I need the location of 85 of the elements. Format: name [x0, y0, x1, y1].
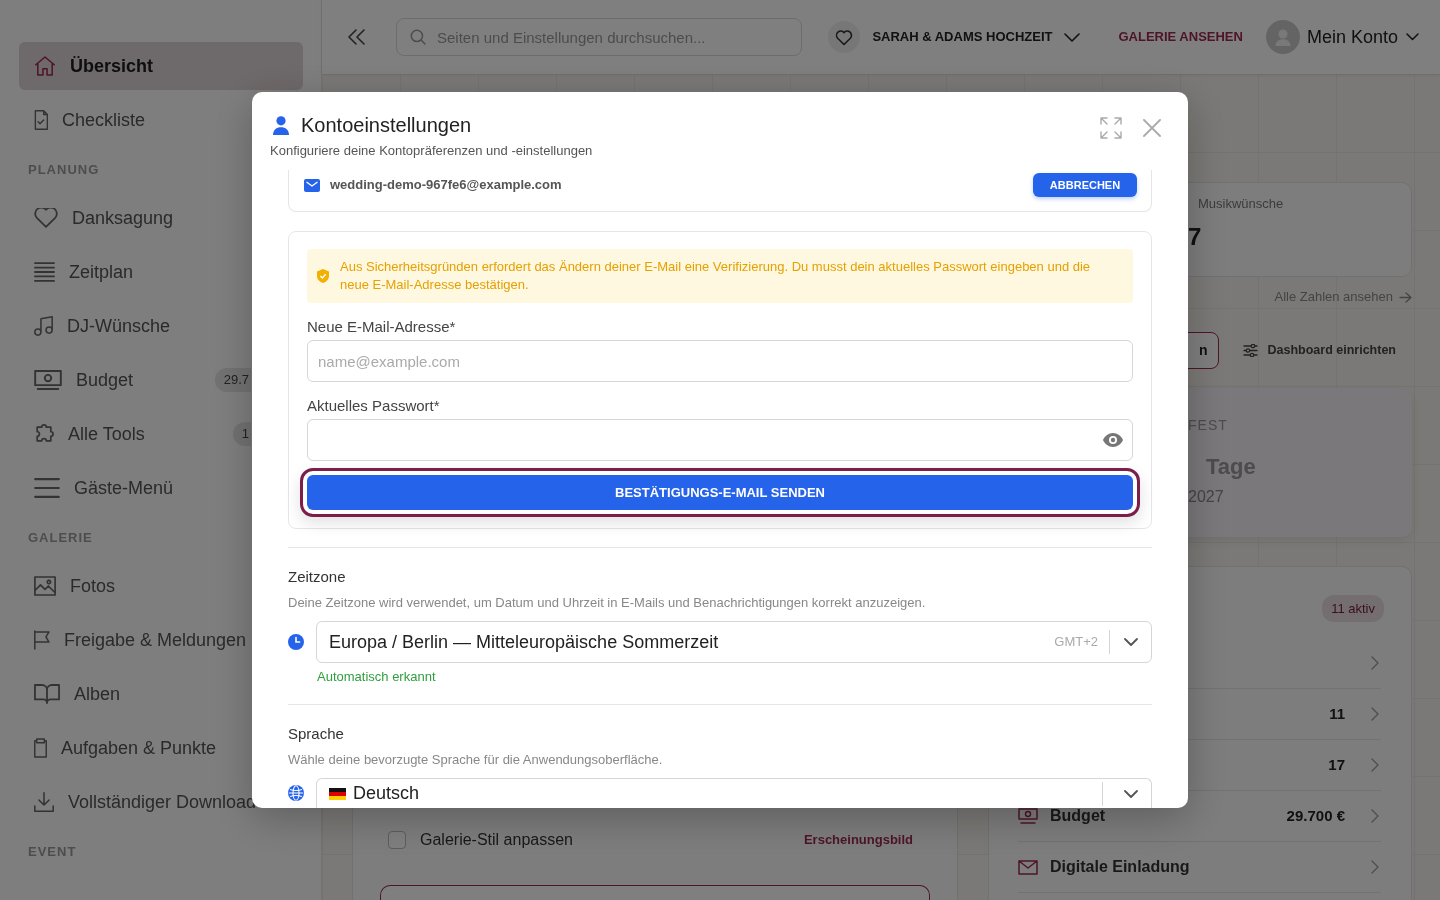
- tool-value: 11: [1329, 703, 1345, 724]
- globe-icon: [288, 785, 304, 801]
- sidebar-item[interactable]: Übersicht: [19, 42, 303, 90]
- envelope-icon: [304, 178, 320, 192]
- flag-icon: [34, 630, 50, 650]
- envelope-icon: [1018, 859, 1038, 875]
- email-address: wedding-demo-967fe6@example.com: [330, 176, 562, 195]
- chevron-right-icon[interactable]: [1371, 809, 1379, 823]
- detected-hint: Automatisch erkannt: [317, 668, 437, 686]
- field-label: Neue E-Mail-Adresse*: [307, 318, 457, 336]
- stat-label: Musikwünsche: [1198, 195, 1285, 213]
- tool-label: Digitale Einladung: [1050, 857, 1190, 877]
- send-confirmation-button[interactable]: BESTÄTIGUNGS-E-MAIL SENDEN: [300, 468, 1140, 517]
- chevron-right-icon[interactable]: [1371, 707, 1379, 721]
- category-tag: Erscheinungsbild: [803, 830, 913, 850]
- music-note-icon: [34, 316, 53, 336]
- chevron-down-icon: [1064, 32, 1081, 42]
- document-check-icon: [34, 110, 48, 130]
- sidebar-item[interactable]: Vollständiger Download: [19, 778, 303, 826]
- sidebar-item[interactable]: Gäste-Menü: [19, 464, 303, 512]
- cancel-button[interactable]: ABBRECHEN: [1033, 173, 1137, 197]
- section-description: Deine Zeitzone wird verwendet, um Datum und Uhrzeit in E-Mails und Benachrichtigungen korrekt anzuzeigen.: [288, 594, 927, 612]
- flag-icon: [329, 787, 346, 800]
- notice-text: Aus Sicherheitsgründen erfordert das Ändern deiner E-Mail eine Verifizierung. Du musst dein aktuelles Passwort eingeben und die neue E-Mail-Adresse bestätigen.: [340, 258, 1092, 294]
- house-icon: [34, 56, 56, 76]
- password-input[interactable]: [307, 419, 1133, 461]
- avatar-icon: [1265, 20, 1300, 54]
- close-icon[interactable]: [1143, 119, 1161, 137]
- modal-title: Kontoeinstellungen: [301, 113, 472, 138]
- chevron-down-icon: [1124, 789, 1138, 798]
- timezone-select[interactable]: Europa / Berlin — Mitteleuropäische Sommerzeit GMT+2: [316, 621, 1152, 663]
- tool-value: 29.700 €: [1286, 805, 1345, 826]
- chevron-down-icon: [1406, 33, 1419, 41]
- tool-value: 17: [1328, 754, 1345, 775]
- language-select[interactable]: Deutsch: [316, 778, 1152, 808]
- gallery-link[interactable]: GALERIE ANSEHEN: [1118, 27, 1243, 47]
- book-icon: [34, 684, 60, 704]
- timezone-offset: GMT+2: [1054, 634, 1098, 650]
- modal-subtitle: Konfiguriere deine Kontopräferenzen und -einstellungen: [270, 142, 593, 160]
- section-heading: Sprache: [288, 724, 345, 744]
- search-icon: [410, 29, 426, 45]
- sidebar-item[interactable]: DJ-Wünsche: [19, 302, 303, 350]
- puzzle-icon: [34, 424, 54, 444]
- section-heading: Zeitzone: [288, 567, 347, 587]
- section-description: Wähle deine bevorzugte Sprache für die Anwendungsoberfläche.: [288, 751, 664, 769]
- sidebar-item[interactable]: Zeitplan: [19, 248, 303, 296]
- count-badge: 1: [232, 422, 251, 446]
- chevron-down-icon: [1124, 638, 1138, 646]
- field-label: Aktuelles Passwort*: [307, 397, 441, 415]
- sidebar-item[interactable]: Freigabe & Meldungen: [19, 616, 303, 664]
- clipboard-icon: [34, 738, 47, 758]
- email-input[interactable]: name@example.com: [307, 340, 1133, 382]
- banknote-icon: [1018, 808, 1038, 824]
- lines-icon: [34, 262, 55, 282]
- event-switcher[interactable]: SARAH & ADAMS HOCHZEIT: [872, 27, 1081, 47]
- active-count-badge: 11 aktiv: [1322, 594, 1384, 623]
- dashboard-setup-button[interactable]: Dashboard einrichten: [1232, 332, 1412, 369]
- collapse-icon[interactable]: [348, 29, 365, 45]
- banknote-icon: [34, 370, 62, 390]
- checkbox[interactable]: [388, 831, 406, 849]
- sidebar-item[interactable]: Alben: [19, 670, 303, 718]
- outline-button[interactable]: [380, 885, 930, 900]
- chevron-right-icon[interactable]: [1371, 860, 1379, 874]
- menu-icon: [34, 478, 60, 498]
- tool-label: Budget: [1050, 806, 1106, 826]
- expand-icon[interactable]: [1100, 117, 1122, 139]
- arrow-right-icon: [1399, 291, 1412, 303]
- account-menu[interactable]: Mein Konto: [1306, 23, 1419, 51]
- eye-icon[interactable]: [1103, 433, 1123, 447]
- heart-icon: [34, 208, 58, 228]
- shield-check-icon: [317, 269, 329, 283]
- stat-value: 7: [1188, 222, 1203, 252]
- task-label: Galerie-Stil anpassen: [420, 830, 573, 850]
- count-badge: 29.7: [214, 368, 251, 392]
- download-icon: [34, 792, 54, 812]
- person-icon: [273, 115, 289, 135]
- clock-icon: [288, 634, 304, 650]
- sidebar-item[interactable]: Alle Tools 1: [19, 410, 303, 458]
- chevron-right-icon[interactable]: [1371, 758, 1379, 772]
- sliders-icon: [1242, 344, 1258, 357]
- sidebar-item[interactable]: Budget 29.7: [19, 356, 303, 404]
- chevron-right-icon[interactable]: [1371, 656, 1379, 670]
- image-icon: [34, 576, 56, 596]
- sidebar-item[interactable]: Danksagung: [19, 194, 303, 242]
- sidebar-item[interactable]: Checkliste: [19, 96, 303, 144]
